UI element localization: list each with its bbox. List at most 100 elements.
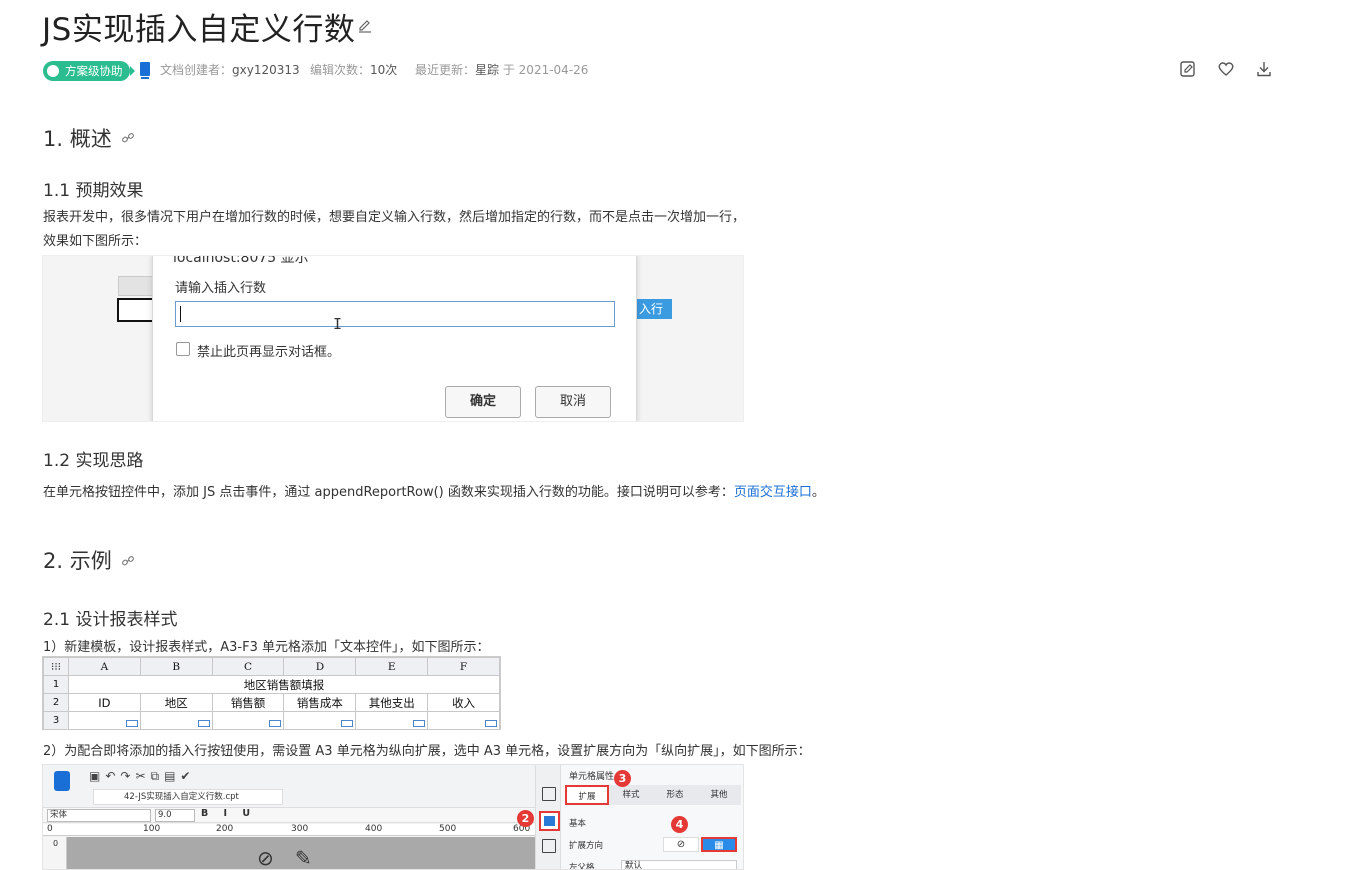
vertical-ruler: 0: [43, 837, 67, 869]
basic-section: 基本: [569, 819, 587, 829]
app-logo-icon: [54, 771, 70, 791]
no-expand-icon: ⊘: [663, 837, 699, 852]
cell-attribute-icon: [539, 811, 560, 831]
merged-title-cell: 地区销售额填报: [68, 675, 500, 694]
header-cell: 销售成本: [283, 693, 357, 712]
creator-meta: 文档创建者：gxy120313: [160, 63, 300, 77]
ok-button: 确定: [445, 386, 521, 418]
designer-screenshot: ▣↶↷✂⧉▤✔ 42-JS实现插入自定义行数.cpt 宋体 9.0 B I U …: [42, 764, 744, 870]
step-marker: 2: [517, 810, 534, 827]
heading-overview: 1. 概述: [43, 127, 112, 151]
property-sidebar: [535, 765, 561, 869]
suppress-dialog-checkbox: [176, 342, 190, 356]
design-canvas: [43, 837, 535, 869]
paragraph: 效果如下图所示：: [43, 234, 148, 249]
prompt-dialog: localhost:8075 显示 请输入插入行数 I 禁止此页再显示对话框。 …: [152, 255, 637, 421]
anchor-link-icon[interactable]: [121, 131, 135, 145]
cell-attribute-panel: 单元格属性 扩展 样式 形态 其他 基本 扩展方向 ⊘ ▦ 左父格 默认: [561, 765, 743, 870]
row-header: 2: [43, 693, 69, 712]
layers-icon: [47, 65, 59, 77]
horizontal-ruler: 0 100 200 300 400 500 600: [43, 824, 535, 836]
direction-label: 扩展方向: [569, 841, 604, 851]
column-header: E: [355, 657, 429, 676]
text-widget-icon: [341, 720, 354, 727]
updated-meta: 最近更新：星踪 于 2021-04-26: [415, 63, 589, 77]
column-header: A: [68, 657, 141, 676]
dialog-label: 请输入插入行数: [175, 281, 267, 296]
tab-expand: 扩展: [565, 785, 609, 805]
text-caret: [180, 306, 181, 322]
row-header: 1: [43, 675, 69, 694]
tab-style: 样式: [622, 790, 640, 800]
row-count-input: [175, 301, 615, 327]
cancel-button: 取消: [535, 386, 611, 418]
spreadsheet-screenshot: ⁝⁝⁝ A B C D E F 1 地区销售额填报 2 ID 地区 销售额 销售…: [42, 656, 501, 730]
anchor-link-icon[interactable]: [121, 554, 135, 568]
corner-cell: ⁝⁝⁝: [43, 657, 69, 676]
download-icon[interactable]: [1254, 59, 1274, 79]
template-tab: 42-JS实现插入自定义行数.cpt: [93, 789, 283, 805]
format-buttons: B I U: [201, 808, 257, 819]
selected-cell: [117, 298, 157, 322]
text-cursor-icon: I: [333, 315, 343, 333]
header-cell: 销售额: [211, 693, 285, 712]
widget-icon: [542, 839, 556, 853]
horizontal-expand-icon: [739, 837, 743, 852]
creator-name: gxy120313: [232, 63, 300, 77]
edit-doc-icon[interactable]: [1178, 59, 1198, 79]
text-widget-cell: [211, 711, 285, 730]
dialog-screenshot: 入行 localhost:8075 显示 请输入插入行数 I 禁止此页再显示对话…: [42, 255, 744, 422]
panel-tabs: 扩展 样式 形态 其他: [565, 785, 741, 805]
column-header: D: [283, 657, 357, 676]
font-select: 宋体: [47, 809, 151, 822]
text-widget-icon: [413, 720, 426, 727]
header-cell: 收入: [427, 693, 500, 712]
column-header: C: [211, 657, 285, 676]
dialog-title: localhost:8075 显示: [173, 255, 309, 266]
step-marker: 3: [614, 770, 631, 787]
text-widget-cell: [139, 711, 213, 730]
text-widget-icon: [269, 720, 282, 727]
column-header: B: [139, 657, 213, 676]
paragraph: 在单元格按钮控件中，添加 JS 点击事件，通过 appendReportRow(…: [43, 485, 825, 500]
page-title: JS实现插入自定义行数: [42, 12, 356, 48]
text-widget-cell: [355, 711, 429, 730]
header-cell: 其他支出: [355, 693, 429, 712]
toolbar-icons: ▣↶↷✂⧉▤✔: [89, 769, 196, 783]
parent-select: 默认: [621, 860, 737, 869]
row-header: 3: [43, 711, 69, 730]
eye-slash-icon: ⊘: [257, 846, 274, 870]
desktop-icon: [140, 62, 150, 79]
heart-icon[interactable]: [1216, 59, 1236, 79]
tab-form: 形态: [666, 790, 684, 800]
heading-example: 2. 示例: [43, 549, 112, 573]
format-toolbar: 宋体 9.0 B I U: [43, 807, 535, 823]
edit-title-icon[interactable]: [357, 18, 373, 34]
heading-approach: 1.2 实现思路: [43, 451, 144, 471]
api-doc-link[interactable]: 页面交互接口: [734, 485, 812, 500]
badge-arrow-icon: [130, 66, 135, 76]
text-widget-icon: [125, 720, 138, 727]
parent-label: 左父格: [569, 863, 595, 870]
paragraph: 报表开发中，很多情况下用户在增加行数的时候，想要自定义输入行数，然后增加指定的行…: [43, 210, 746, 225]
heading-expected-effect: 1.1 预期效果: [43, 181, 144, 201]
cell-icon: [542, 787, 556, 801]
insert-row-button: 入行: [636, 299, 672, 319]
edits-meta: 编辑次数：10次: [310, 63, 398, 77]
pencil-icon: ✎: [295, 846, 312, 870]
header-cell: 地区: [139, 693, 213, 712]
header-cell: ID: [68, 693, 141, 712]
panel-title: 单元格属性: [569, 772, 615, 782]
paragraph: 2）为配合即将添加的插入行按钮使用，需设置 A3 单元格为纵向扩展，选中 A3 …: [43, 744, 811, 759]
vertical-expand-icon: ▦: [701, 837, 737, 852]
text-widget-icon: [197, 720, 210, 727]
suppress-dialog-label: 禁止此页再显示对话框。: [197, 345, 341, 360]
text-widget-cell: [68, 711, 141, 730]
paragraph: 1）新建模板，设计报表样式，A3-F3 单元格添加「文本控件」，如下图所示：: [43, 640, 490, 655]
font-size-select: 9.0: [155, 809, 195, 822]
step-marker: 4: [671, 816, 688, 833]
text-widget-icon: [485, 720, 497, 727]
text-widget-cell: [427, 711, 500, 730]
tab-other: 其他: [710, 790, 728, 800]
column-header: F: [427, 657, 500, 676]
